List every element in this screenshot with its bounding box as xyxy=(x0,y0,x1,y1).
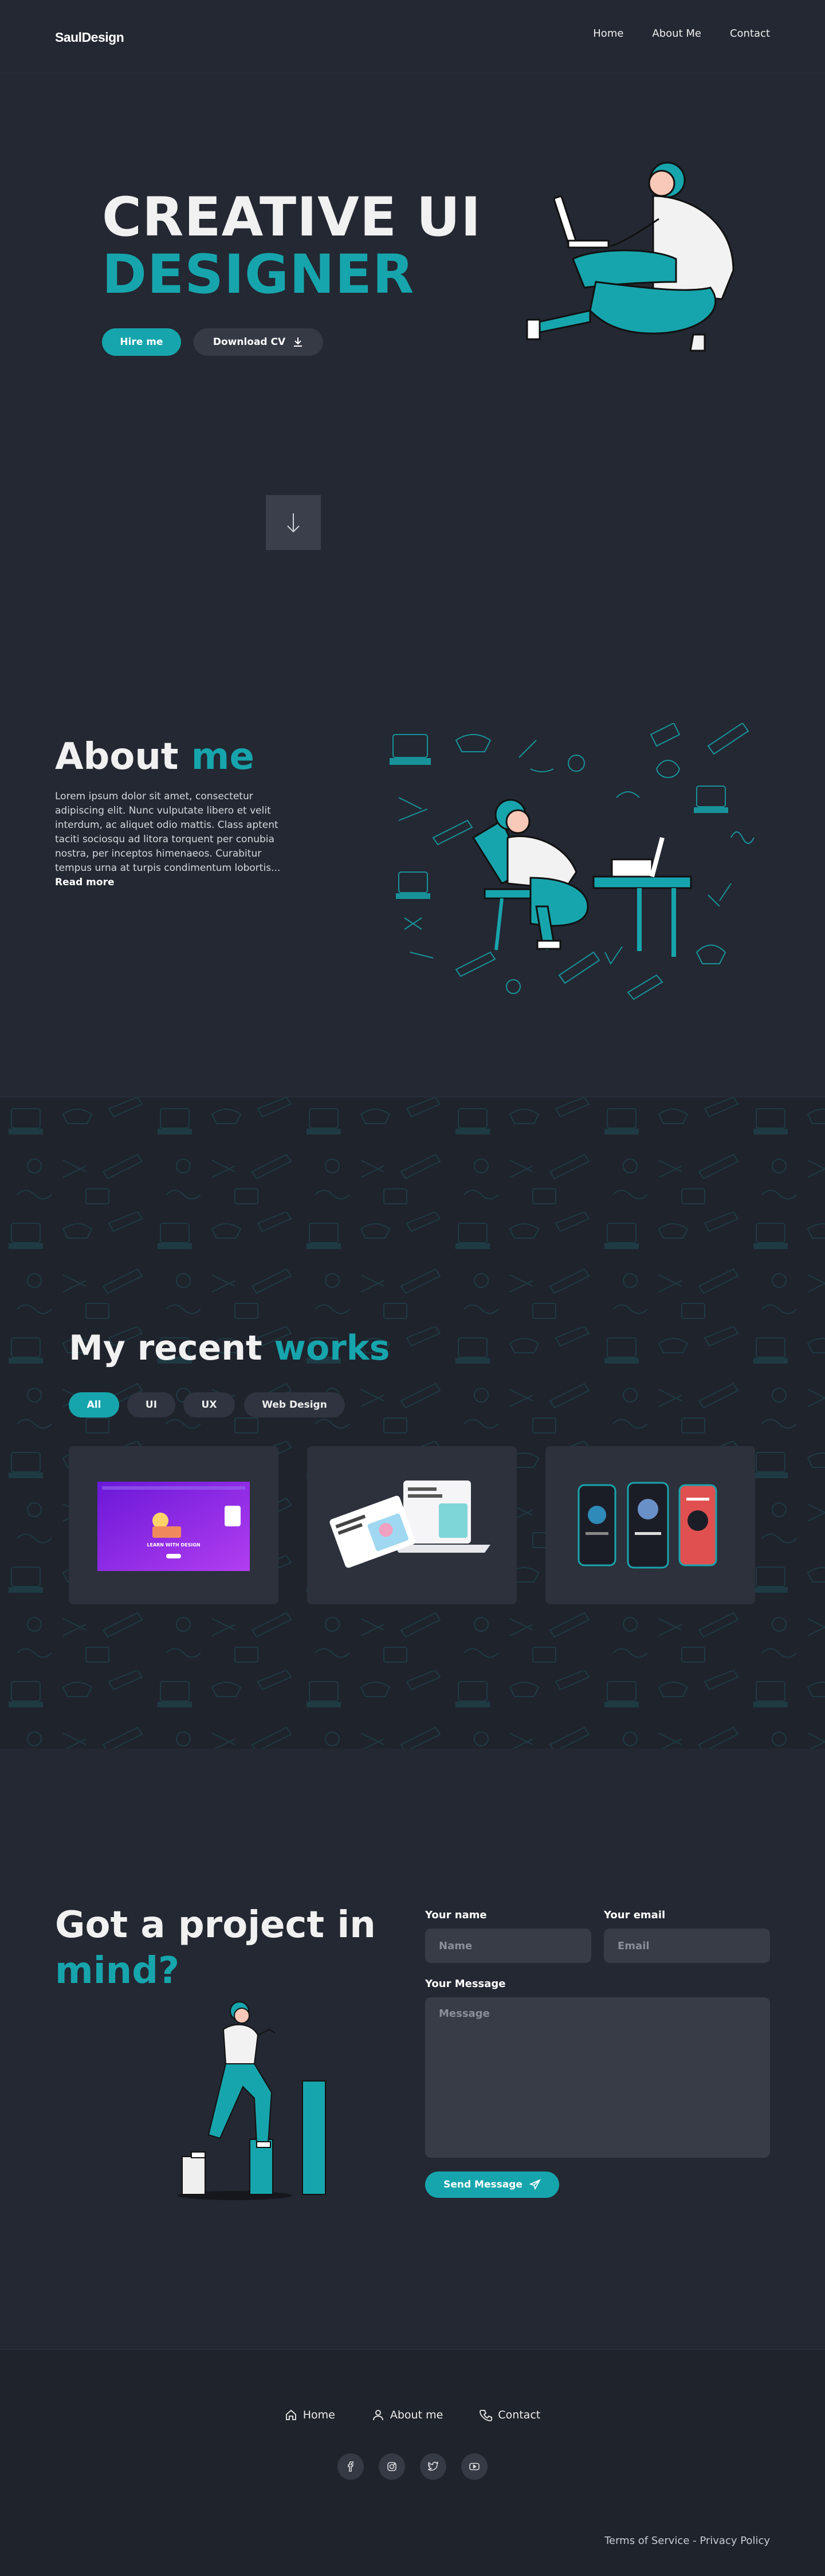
footer-nav: Home About me Contact xyxy=(0,2409,825,2421)
paper-plane-icon xyxy=(529,2179,541,2190)
email-input[interactable]: Email xyxy=(604,1929,770,1963)
hire-me-label: Hire me xyxy=(120,336,163,348)
project-card-heading: LEARN WITH DESIGN xyxy=(147,1542,201,1548)
youtube-link[interactable] xyxy=(461,2453,488,2480)
project-thumbnail xyxy=(97,1482,250,1571)
hire-me-button[interactable]: Hire me xyxy=(102,328,181,356)
download-cv-button[interactable]: Download CV xyxy=(194,328,323,356)
contact-illustration xyxy=(178,2001,326,2200)
nav-about-me[interactable]: About Me xyxy=(652,28,701,40)
email-label: Your email xyxy=(604,1909,666,1921)
about-title-white: About xyxy=(55,736,179,778)
project-card[interactable] xyxy=(545,1446,755,1604)
user-icon xyxy=(372,2410,383,2421)
hero-title-line2: DESIGNER xyxy=(102,244,415,306)
phone-icon xyxy=(480,2410,493,2421)
hero-illustration xyxy=(526,162,734,352)
nav-contact[interactable]: Contact xyxy=(730,28,770,40)
download-icon xyxy=(294,337,302,347)
doodle-pattern xyxy=(0,1097,825,1749)
name-label: Your name xyxy=(425,1909,487,1921)
about-body: Lorem ipsum dolor sit amet, consectetur … xyxy=(55,791,281,874)
home-icon xyxy=(285,2409,296,2420)
name-input[interactable]: Name xyxy=(425,1929,591,1963)
footer-nav-home-label: Home xyxy=(302,2409,335,2421)
facebook-link[interactable] xyxy=(337,2453,364,2480)
works-title-accent: works xyxy=(274,1328,390,1368)
message-textarea[interactable]: Message xyxy=(425,1997,770,2158)
contact-title: Got a project in mind? xyxy=(55,1902,376,1994)
project-card[interactable]: LEARN WITH DESIGN xyxy=(69,1446,278,1604)
nav-home[interactable]: Home xyxy=(593,28,623,40)
twitter-link[interactable] xyxy=(420,2453,446,2480)
footer-nav-about-label: About me xyxy=(390,2409,443,2421)
about-title: About me xyxy=(55,736,254,778)
filter-all[interactable]: All xyxy=(69,1392,119,1417)
site-header: SaulDesign Home About Me Contact xyxy=(0,0,825,73)
contact-title-line2: mind? xyxy=(55,1950,180,1992)
filter-web-design[interactable]: Web Design xyxy=(244,1392,345,1417)
instagram-icon xyxy=(387,2462,396,2471)
main-nav: Home About Me Contact xyxy=(593,28,770,40)
about-title-accent: me xyxy=(191,736,254,778)
message-label: Your Message xyxy=(425,1978,506,1990)
instagram-link[interactable] xyxy=(379,2453,405,2480)
social-links xyxy=(0,2453,825,2480)
send-message-button[interactable]: Send Message xyxy=(425,2171,559,2198)
about-illustration xyxy=(390,723,755,1000)
project-thumbnail xyxy=(329,1481,490,1568)
twitter-icon xyxy=(428,2461,438,2471)
contact-title-line1: Got a project in xyxy=(55,1904,376,1946)
logo[interactable]: SaulDesign xyxy=(55,30,124,45)
works-title-white: My recent xyxy=(69,1328,262,1368)
hero-title-line1: CREATIVE UI xyxy=(102,186,482,249)
works-section-background xyxy=(0,1097,825,1749)
project-thumbnail xyxy=(578,1482,717,1569)
footer-nav-about[interactable]: About me xyxy=(372,2409,443,2421)
about-text: Lorem ipsum dolor sit amet, consectetur … xyxy=(55,790,284,890)
footer-nav-contact-label: Contact xyxy=(498,2409,541,2421)
youtube-icon xyxy=(469,2463,480,2471)
filter-ui[interactable]: UI xyxy=(127,1392,175,1417)
footer-nav-contact[interactable]: Contact xyxy=(480,2409,540,2421)
filter-ux[interactable]: UX xyxy=(183,1392,235,1417)
hero-title: CREATIVE UI DESIGNER xyxy=(102,189,481,304)
legal-links[interactable]: Terms of Service - Privacy Policy xyxy=(604,2535,770,2547)
works-title: My recent works xyxy=(69,1328,390,1368)
scroll-down-button[interactable] xyxy=(266,495,321,550)
download-cv-label: Download CV xyxy=(213,336,286,348)
footer-nav-home[interactable]: Home xyxy=(285,2409,335,2421)
send-message-label: Send Message xyxy=(443,2179,522,2190)
arrow-down-icon xyxy=(287,513,300,533)
read-more-link[interactable]: Read more xyxy=(55,877,115,888)
facebook-icon xyxy=(348,2461,354,2472)
project-card[interactable] xyxy=(307,1446,517,1604)
